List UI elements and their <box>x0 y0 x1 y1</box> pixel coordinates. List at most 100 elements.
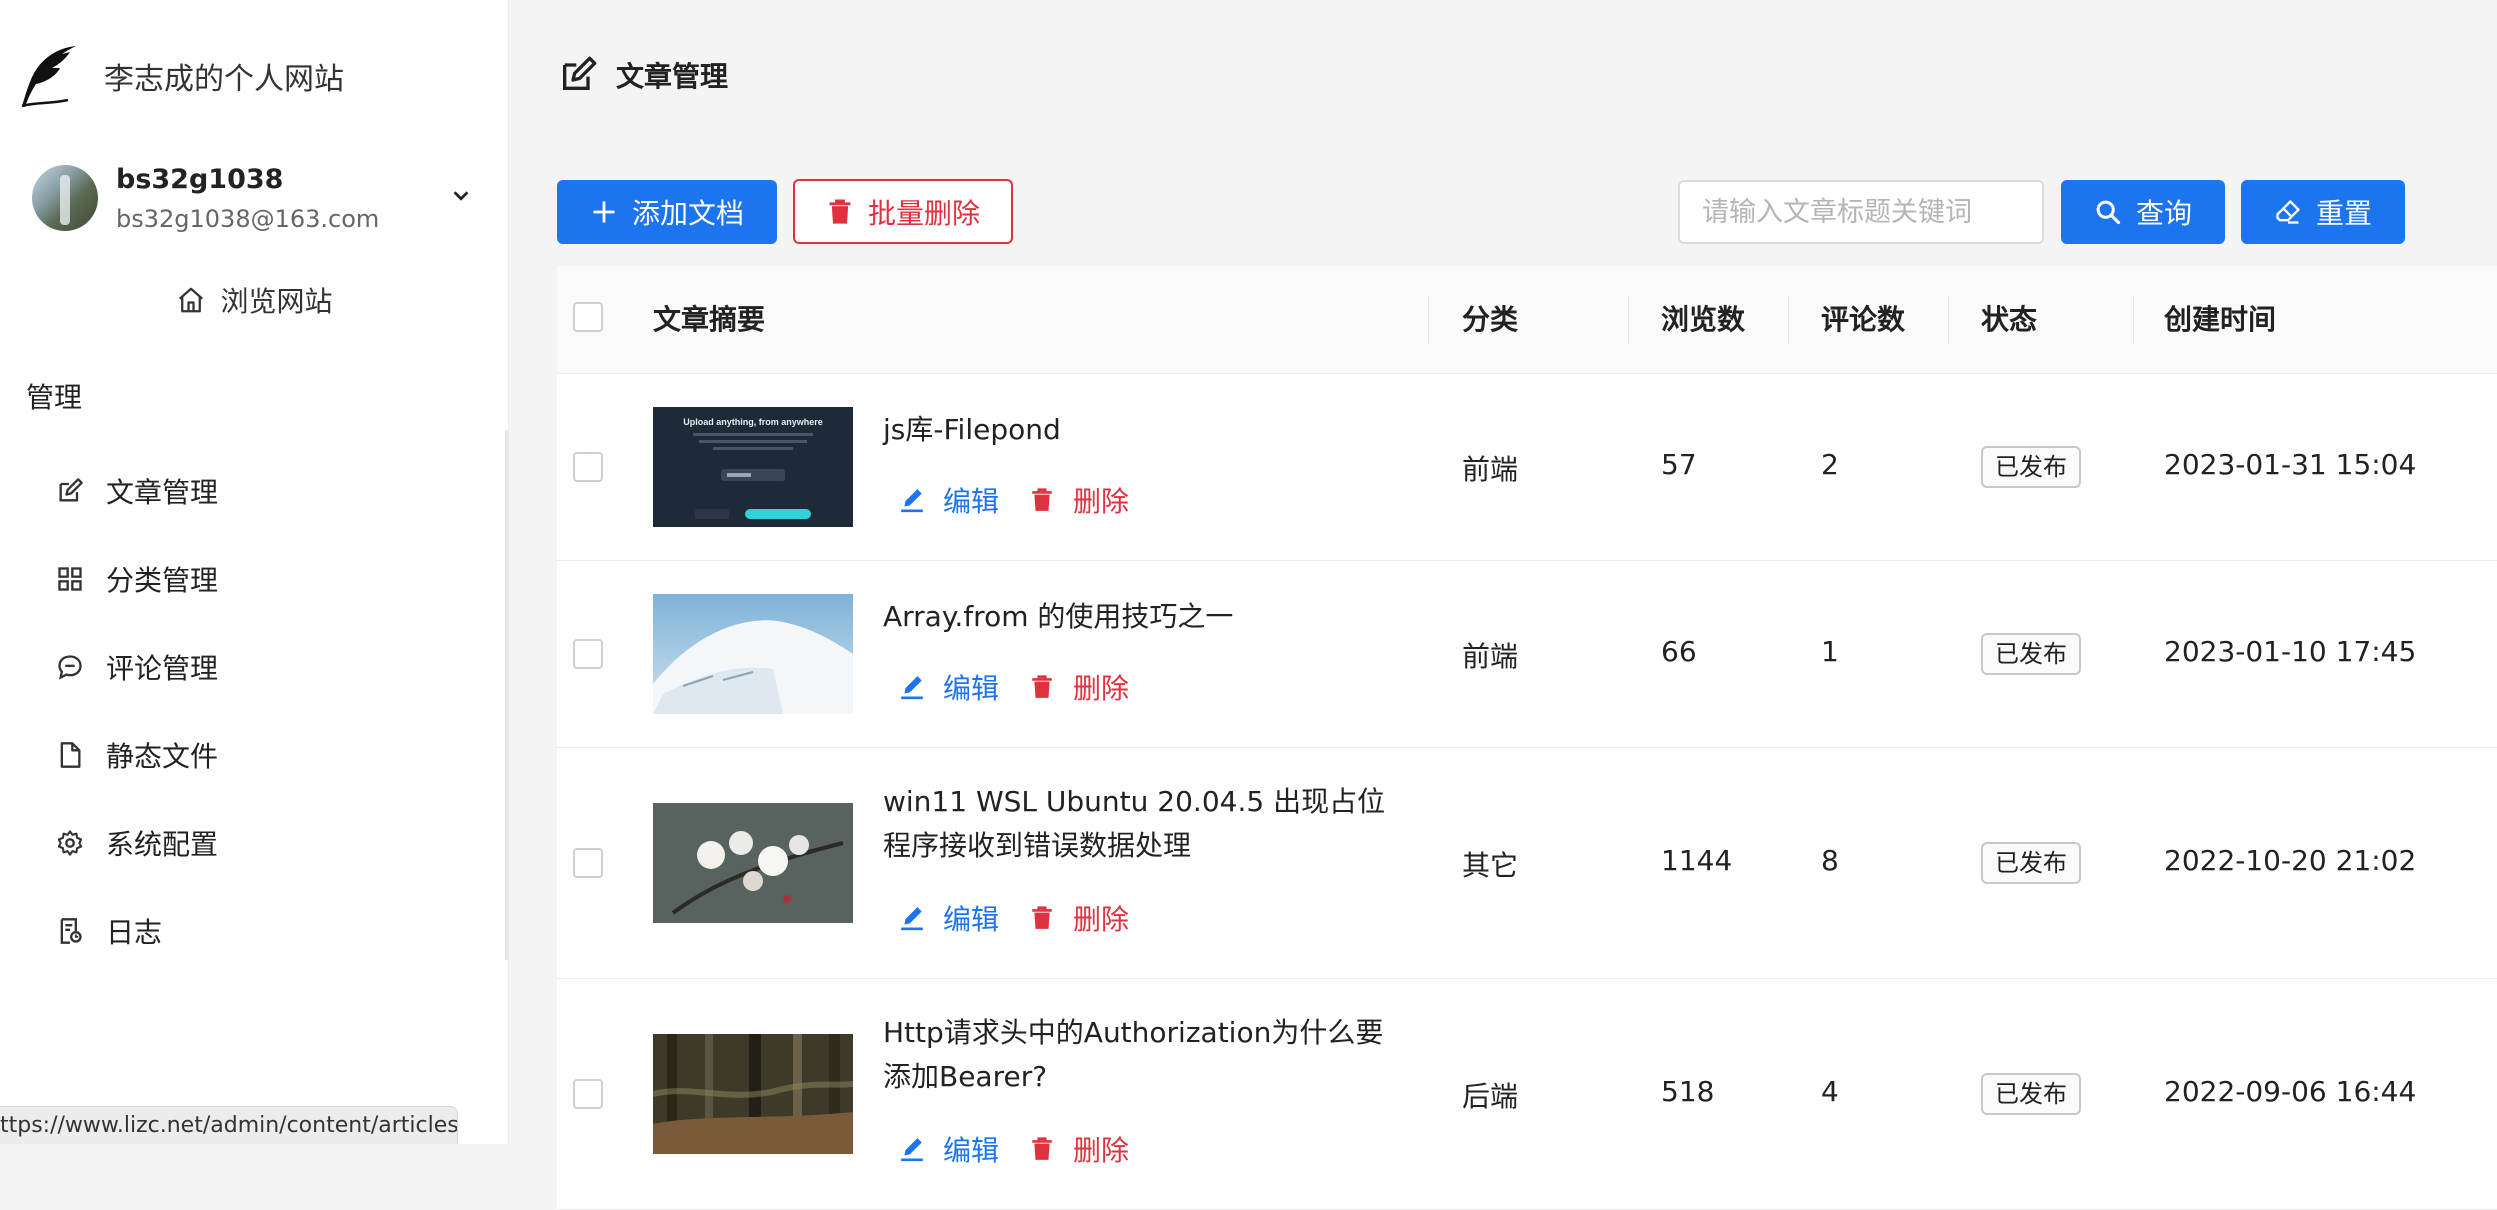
article-comments: 2 <box>1821 448 1839 481</box>
article-title[interactable]: js库-Filepond <box>883 408 1403 452</box>
page-header: 文章管理 <box>558 55 728 95</box>
query-button[interactable]: 查询 <box>2061 180 2225 244</box>
header-summary: 文章摘要 <box>653 303 766 336</box>
reset-label: 重置 <box>2315 197 2372 230</box>
comments-icon <box>58 655 82 680</box>
section-label-manage: 管理 <box>26 381 83 414</box>
sidebar-item-comments[interactable]: 评论管理 <box>0 623 505 711</box>
add-document-button[interactable]: 添加文档 <box>557 180 777 244</box>
edit-label: 编辑 <box>943 1134 1000 1167</box>
sidebar-item-label: 评论管理 <box>106 652 219 685</box>
pencil-icon <box>901 676 923 700</box>
article-views: 1144 <box>1661 844 1733 877</box>
sidebar-item-label: 日志 <box>106 916 163 949</box>
column-divider <box>1948 296 1949 344</box>
article-views: 66 <box>1661 635 1697 668</box>
sidebar-item-categories[interactable]: 分类管理 <box>0 535 505 623</box>
article-thumbnail[interactable] <box>653 594 853 714</box>
table-row: win11 WSL Ubuntu 20.04.5 出现占位程序接收到错误数据处理… <box>557 748 2497 979</box>
row-checkbox[interactable] <box>573 1079 603 1109</box>
article-views: 518 <box>1661 1075 1715 1108</box>
header-status: 状态 <box>1981 303 2038 336</box>
article-created: 2022-09-06 16:44 <box>2164 1075 2417 1108</box>
article-title[interactable]: win11 WSL Ubuntu 20.04.5 出现占位程序接收到错误数据处理 <box>883 780 1403 868</box>
query-label: 查询 <box>2135 197 2192 230</box>
sidebar-item-articles[interactable]: 文章管理 <box>0 447 505 535</box>
avatar <box>32 165 98 231</box>
home-icon <box>179 287 204 313</box>
article-thumbnail[interactable] <box>653 1034 853 1154</box>
row-checkbox[interactable] <box>573 639 603 669</box>
sidebar-item-label: 文章管理 <box>106 476 219 509</box>
sidebar-item-logs[interactable]: 日志 <box>0 887 505 975</box>
sidebar-scrollbar[interactable] <box>505 430 508 960</box>
row-actions: 编辑 删除 <box>899 898 1129 938</box>
header-created: 创建时间 <box>2164 303 2277 336</box>
status-badge: 已发布 <box>1981 1073 2081 1115</box>
table-row: Array.from 的使用技巧之一 编辑 删除 前端 66 1 已发布 202… <box>557 561 2497 748</box>
table-row: Http请求头中的Authorization为什么要添加Bearer? 编辑 删… <box>557 979 2497 1210</box>
trash-icon <box>829 199 851 224</box>
sidebar-item-label: 分类管理 <box>106 564 219 597</box>
browse-site-label: 浏览网站 <box>220 285 333 318</box>
status-badge: 已发布 <box>1981 842 2081 884</box>
row-actions: 编辑 删除 <box>899 480 1129 520</box>
plus-icon <box>593 201 615 223</box>
row-checkbox[interactable] <box>573 452 603 482</box>
delete-button[interactable]: 删除 <box>1029 1129 1129 1169</box>
delete-button[interactable]: 删除 <box>1029 667 1129 707</box>
edit-button[interactable]: 编辑 <box>899 667 999 707</box>
row-actions: 编辑 删除 <box>899 1129 1129 1169</box>
thumbnail-caption: Upload anything, from anywhere <box>683 417 823 427</box>
article-category: 其它 <box>1462 849 1519 882</box>
article-created: 2023-01-10 17:45 <box>2164 635 2417 668</box>
trash-icon <box>1032 488 1052 511</box>
row-actions: 编辑 删除 <box>899 667 1129 707</box>
delete-button[interactable]: 删除 <box>1029 898 1129 938</box>
page-title: 文章管理 <box>616 60 729 93</box>
search-input[interactable] <box>1678 180 2044 244</box>
reset-button[interactable]: 重置 <box>2241 180 2405 244</box>
article-category: 前端 <box>1462 640 1519 673</box>
status-badge: 已发布 <box>1981 446 2081 488</box>
article-title[interactable]: Array.from 的使用技巧之一 <box>883 595 1403 639</box>
search-icon <box>2096 200 2121 225</box>
row-checkbox[interactable] <box>573 848 603 878</box>
brand[interactable]: 李志成的个人网站 <box>16 38 344 114</box>
article-created: 2022-10-20 21:02 <box>2164 844 2417 877</box>
article-comments: 4 <box>1821 1075 1839 1108</box>
file-icon <box>60 742 81 768</box>
edit-label: 编辑 <box>943 672 1000 705</box>
delete-label: 删除 <box>1073 903 1130 936</box>
article-comments: 1 <box>1821 635 1839 668</box>
user-profile[interactable]: bs32g1038 bs32g1038@163.com <box>32 152 477 244</box>
sidebar-item-label: 系统配置 <box>106 828 219 861</box>
delete-label: 删除 <box>1073 672 1130 705</box>
table-header: 文章摘要 分类 浏览数 评论数 状态 创建时间 <box>557 266 2497 374</box>
article-comments: 8 <box>1821 844 1839 877</box>
gear-icon <box>57 830 83 856</box>
header-category: 分类 <box>1462 303 1519 336</box>
edit-button[interactable]: 编辑 <box>899 898 999 938</box>
edit-icon <box>563 56 597 90</box>
article-thumbnail[interactable]: Upload anything, from anywhere <box>653 407 853 527</box>
edit-button[interactable]: 编辑 <box>899 480 999 520</box>
pencil-icon <box>901 1138 923 1162</box>
chevron-down-icon[interactable] <box>445 180 477 212</box>
trash-icon <box>1032 675 1052 698</box>
sidebar-item-static-files[interactable]: 静态文件 <box>0 711 505 799</box>
trash-icon <box>1032 906 1052 929</box>
add-document-label: 添加文档 <box>631 197 744 230</box>
column-divider <box>2133 296 2134 344</box>
articles-table: 文章摘要 分类 浏览数 评论数 状态 创建时间 Upload anything,… <box>557 266 2497 1210</box>
article-thumbnail[interactable] <box>653 803 853 923</box>
browse-site-link[interactable]: 浏览网站 <box>0 280 509 320</box>
feather-icon <box>21 46 76 108</box>
sidebar-item-settings[interactable]: 系统配置 <box>0 799 505 887</box>
edit-button[interactable]: 编辑 <box>899 1129 999 1169</box>
select-all-checkbox[interactable] <box>573 302 603 332</box>
batch-delete-button[interactable]: 批量删除 <box>793 179 1013 244</box>
article-title[interactable]: Http请求头中的Authorization为什么要添加Bearer? <box>883 1011 1403 1099</box>
sidebar-menu: 文章管理 分类管理 评论管理 静态文件 系统配置 日志 <box>0 447 505 975</box>
delete-button[interactable]: 删除 <box>1029 480 1129 520</box>
